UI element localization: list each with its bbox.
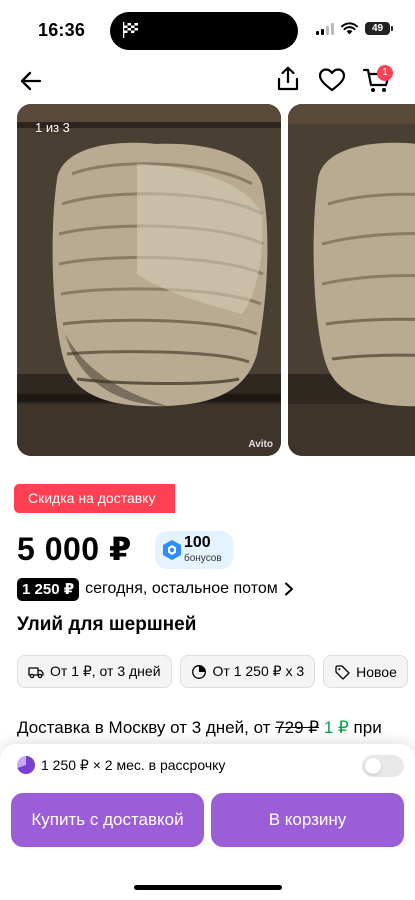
hornet-nest-image-next (288, 104, 415, 456)
installment-offer-text: 1 250 ₽ × 2 мес. в рассрочку (41, 757, 226, 773)
bonus-label: бонусов (184, 553, 222, 564)
bonus-hexagon-icon (163, 540, 181, 560)
bonus-amount: 100 (184, 534, 211, 551)
delivery-prefix: Доставка в Москву от 3 дней, от (17, 718, 276, 737)
chip-label: От 1 250 ₽ x 3 (212, 663, 305, 679)
chip-delivery[interactable]: От 1 ₽, от 3 дней (17, 655, 172, 688)
bonus-badge[interactable]: 100 бонусов (155, 531, 233, 569)
installment-link[interactable]: 1 250 ₽ сегодня, остальное потом (17, 577, 294, 601)
avito-watermark: Avito (248, 439, 273, 450)
back-arrow-icon[interactable] (18, 68, 44, 94)
dynamic-island (110, 12, 298, 50)
delivery-new-price: 1 ₽ (323, 718, 349, 737)
installment-toggle-row[interactable]: 1 250 ₽ × 2 мес. в рассрочку (16, 754, 404, 778)
chip-condition[interactable]: Новое (323, 655, 408, 688)
delivery-info: Доставка в Москву от 3 дней, от 729 ₽ 1 … (17, 718, 382, 738)
chip-label: Новое (356, 663, 397, 680)
home-indicator (134, 885, 282, 890)
checkered-flag-icon (123, 22, 138, 38)
product-photo-next[interactable] (288, 104, 415, 456)
cellular-signal-icon (316, 22, 334, 35)
installment-pill: 1 250 ₽ (17, 577, 80, 601)
hornet-nest-image (17, 104, 281, 456)
wifi-icon (341, 22, 358, 35)
battery-icon: 49 (365, 22, 393, 35)
bottom-action-sheet: 1 250 ₽ × 2 мес. в рассрочку Купить с до… (0, 744, 415, 900)
delivery-suffix: при (353, 718, 382, 737)
installment-clock-icon (191, 664, 206, 679)
chevron-right-icon (284, 582, 293, 596)
top-nav: 1 (0, 60, 415, 104)
cart-badge: 1 (377, 65, 393, 81)
chip-label: От 1 ₽, от 3 дней (50, 663, 161, 679)
toggle-knob (365, 758, 381, 774)
share-icon[interactable] (274, 65, 302, 93)
buy-with-delivery-button[interactable]: Купить с доставкой (11, 793, 204, 847)
installment-toggle[interactable] (362, 755, 404, 777)
installment-text: сегодня, остальное потом (85, 580, 278, 597)
status-bar: 16:36 49 (0, 0, 415, 60)
delivery-old-price: 729 ₽ (275, 718, 320, 737)
delivery-discount-badge: Скидка на доставку (14, 484, 176, 513)
installment-pie-icon (17, 756, 35, 774)
product-title: Улий для шершней (17, 614, 197, 635)
add-to-cart-button[interactable]: В корзину (211, 793, 404, 847)
badge-tail (163, 484, 173, 512)
heart-icon[interactable] (318, 67, 346, 93)
photo-gallery[interactable]: 1 из 3 Avito (17, 104, 415, 456)
status-time: 16:36 (38, 20, 86, 40)
chip-installment[interactable]: От 1 250 ₽ x 3 (179, 655, 316, 688)
tag-icon (335, 664, 350, 680)
product-price: 5 000 ₽ (17, 531, 132, 567)
truck-icon (28, 666, 44, 678)
status-indicators: 49 (316, 22, 393, 35)
product-photo[interactable]: 1 из 3 Avito (17, 104, 281, 456)
battery-level: 49 (365, 22, 390, 35)
feature-chips: От 1 ₽, от 3 дней От 1 250 ₽ x 3 Новое (17, 655, 408, 688)
photo-counter: 1 из 3 (35, 120, 70, 135)
